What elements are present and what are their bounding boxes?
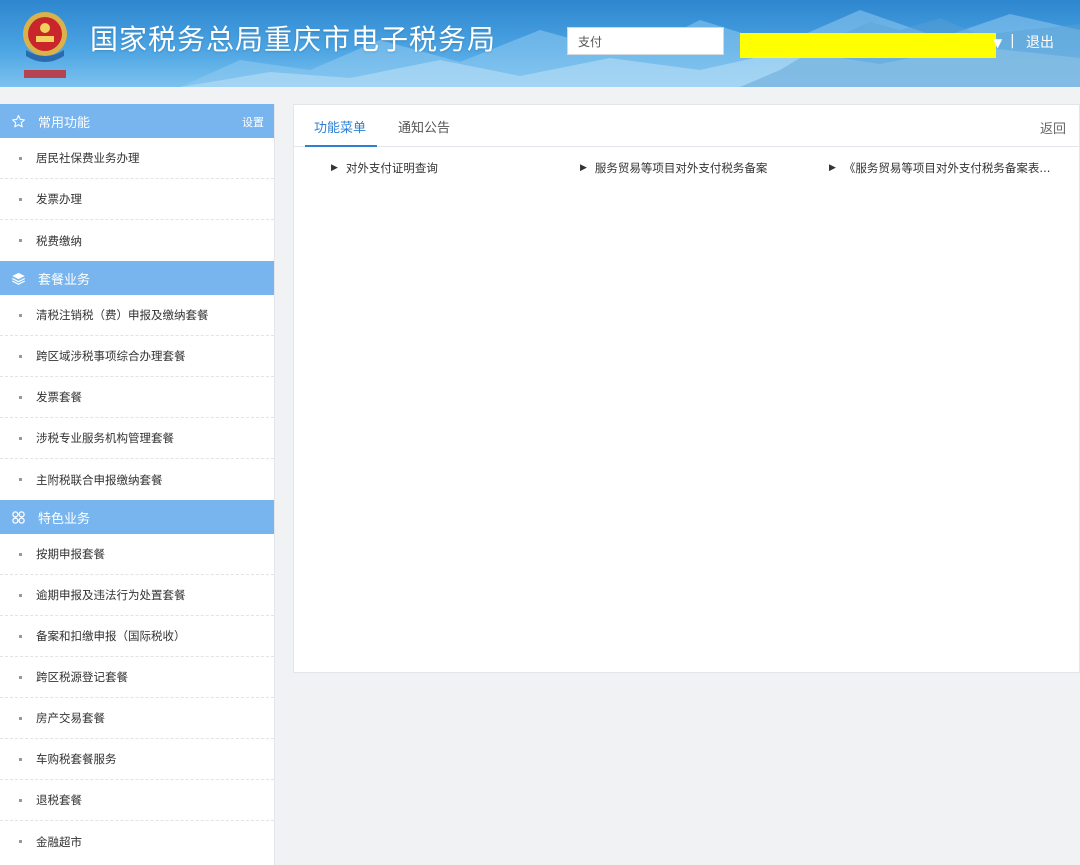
menu-link-label: 服务贸易等项目对外支付税务备案 xyxy=(594,161,768,175)
logout-link[interactable]: 退出 xyxy=(1026,32,1054,52)
section-title: 常用功能 xyxy=(38,115,91,131)
sidebar-item[interactable]: 备案和扣缴申报（国际税收） xyxy=(0,616,274,657)
sidebar-item-label: 备案和扣缴申报（国际税收） xyxy=(36,629,186,643)
sidebar-item[interactable]: 主附税联合申报缴纳套餐 xyxy=(0,459,274,500)
sidebar-item-label: 按期申报套餐 xyxy=(36,547,105,561)
sidebar-item[interactable]: 税费缴纳 xyxy=(0,220,274,261)
bullet-icon xyxy=(19,197,22,201)
sidebar-item[interactable]: 车购税套餐服务 xyxy=(0,739,274,780)
bullet-icon xyxy=(19,313,22,317)
bullet-icon xyxy=(19,840,22,843)
user-name-redacted[interactable] xyxy=(740,33,996,58)
sidebar-item[interactable]: 跨区域涉税事项综合办理套餐 xyxy=(0,336,274,377)
tab-function-menu[interactable]: 功能菜单 xyxy=(305,117,377,147)
bullet-icon xyxy=(19,593,22,597)
section-title: 特色业务 xyxy=(38,511,91,527)
settings-link[interactable]: 设置 xyxy=(242,114,264,130)
sidebar-section-featured[interactable]: 特色业务 xyxy=(0,500,274,534)
sidebar-item[interactable]: 居民社保费业务办理 xyxy=(0,138,274,179)
sidebar-item-label: 主附税联合申报缴纳套餐 xyxy=(36,472,163,487)
sidebar-item-label: 清税注销税（费）申报及缴纳套餐 xyxy=(36,308,209,322)
sidebar-item-label: 金融超市 xyxy=(36,834,82,849)
bullet-icon xyxy=(19,675,22,679)
site-header: 国家税务总局重庆市电子税务局 ▼ | 退出 xyxy=(0,0,1080,87)
sidebar-item[interactable]: 退税套餐 xyxy=(0,780,274,821)
bullet-icon xyxy=(19,478,22,481)
sidebar-item-label: 跨区税源登记套餐 xyxy=(36,670,128,684)
main-panel: 功能菜单 通知公告 返回 ▶ 对外支付证明查询 ▶ 服务贸易等项目对外支付税务备… xyxy=(293,104,1080,673)
sidebar-item[interactable]: 发票套餐 xyxy=(0,377,274,418)
sidebar-item[interactable]: 跨区税源登记套餐 xyxy=(0,657,274,698)
sidebar-item-label: 退税套餐 xyxy=(36,793,82,807)
section-title: 套餐业务 xyxy=(38,272,91,288)
sidebar-item[interactable]: 房产交易套餐 xyxy=(0,698,274,739)
sidebar-item[interactable]: 逾期申报及违法行为处置套餐 xyxy=(0,575,274,616)
layers-icon xyxy=(10,270,26,286)
sidebar-item-label: 车购税套餐服务 xyxy=(36,752,117,766)
back-link[interactable]: 返回 xyxy=(1040,118,1066,137)
sidebar-item[interactable]: 发票办理 xyxy=(0,179,274,220)
sidebar-item[interactable]: 清税注销税（费）申报及缴纳套餐 xyxy=(0,295,274,336)
grid-icon xyxy=(10,509,26,525)
bullet-icon xyxy=(19,634,22,638)
tab-bar: 功能菜单 通知公告 返回 xyxy=(294,105,1079,147)
site-title: 国家税务总局重庆市电子税务局 xyxy=(90,23,497,56)
tab-notices[interactable]: 通知公告 xyxy=(398,117,450,145)
menu-link-label: 对外支付证明查询 xyxy=(345,161,438,175)
header-divider: | xyxy=(1010,33,1015,49)
sidebar-item-label: 涉税专业服务机构管理套餐 xyxy=(36,431,174,445)
menu-link-service-trade-filing[interactable]: ▶ 服务贸易等项目对外支付税务备案 xyxy=(580,160,767,176)
bullet-icon xyxy=(19,239,22,242)
sidebar-item-label: 逾期申报及违法行为处置套餐 xyxy=(36,588,186,602)
search-input[interactable] xyxy=(567,27,724,55)
sidebar-item-label: 跨区域涉税事项综合办理套餐 xyxy=(36,349,186,363)
sidebar-item[interactable]: 涉税专业服务机构管理套餐 xyxy=(0,418,274,459)
bullet-icon xyxy=(19,716,22,720)
chevron-down-icon[interactable]: ▼ xyxy=(993,36,1005,50)
sidebar-item[interactable]: 按期申报套餐 xyxy=(0,534,274,575)
sidebar-item-label: 税费缴纳 xyxy=(36,233,82,248)
bullet-icon xyxy=(19,552,22,556)
play-triangle-icon: ▶ xyxy=(829,163,836,173)
tax-emblem-icon xyxy=(14,6,76,82)
bullet-icon xyxy=(19,156,22,160)
sidebar-item-label: 发票办理 xyxy=(36,192,82,206)
sidebar-item[interactable]: 金融超市 xyxy=(0,821,274,862)
play-triangle-icon: ▶ xyxy=(580,163,587,173)
menu-link-filing-form[interactable]: ▶ 《服务贸易等项目对外支付税务备案表... xyxy=(829,160,1064,176)
sidebar-item-label: 房产交易套餐 xyxy=(36,711,105,725)
bullet-icon xyxy=(19,798,22,802)
bullet-icon xyxy=(19,436,22,440)
play-triangle-icon: ▶ xyxy=(331,163,338,173)
star-icon xyxy=(10,113,26,129)
bullet-icon xyxy=(19,395,22,399)
menu-link-payment-certificate[interactable]: ▶ 对外支付证明查询 xyxy=(331,160,438,176)
menu-link-label: 《服务贸易等项目对外支付税务备案表... xyxy=(843,161,1051,175)
sidebar-section-common[interactable]: 常用功能 设置 xyxy=(0,104,274,138)
bullet-icon xyxy=(19,354,22,358)
sidebar-item-label: 发票套餐 xyxy=(36,390,82,404)
sidebar-item-label: 居民社保费业务办理 xyxy=(36,151,140,165)
sidebar: 常用功能 设置 居民社保费业务办理 发票办理 税费缴纳 套餐业务 清税注销税（费… xyxy=(0,104,275,865)
bullet-icon xyxy=(19,757,22,761)
sidebar-section-packages[interactable]: 套餐业务 xyxy=(0,261,274,295)
